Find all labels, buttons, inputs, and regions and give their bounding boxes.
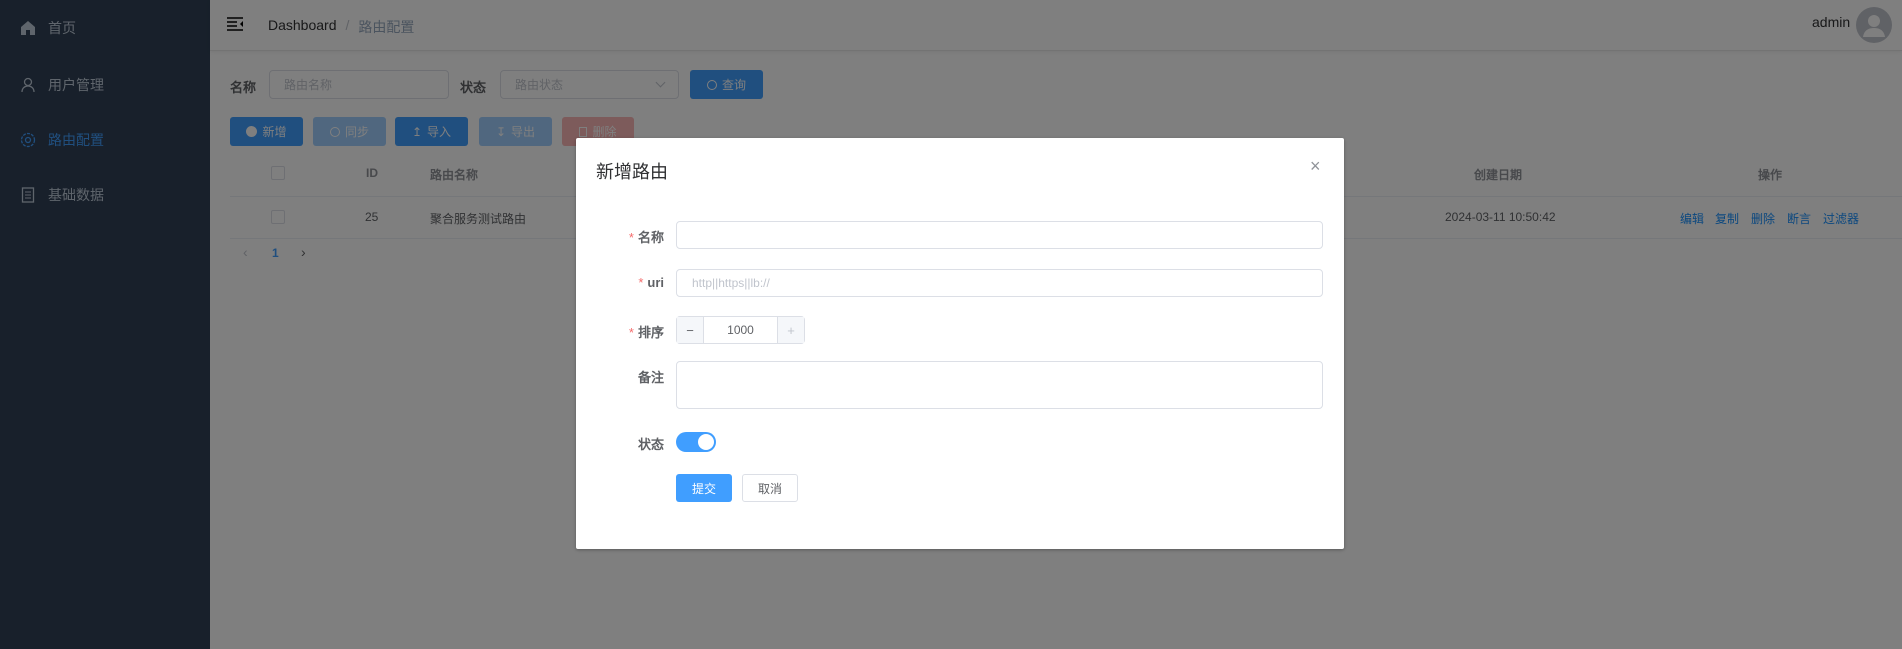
status-switch[interactable] — [676, 432, 716, 452]
switch-knob — [698, 434, 714, 450]
cancel-button[interactable]: 取消 — [742, 474, 798, 502]
submit-button[interactable]: 提交 — [676, 474, 732, 502]
status-label: 状态 — [637, 437, 664, 452]
uri-placeholder: http||https||lb:// — [692, 276, 770, 290]
remark-label: 备注 — [637, 370, 664, 385]
uri-label: * uri — [638, 275, 664, 290]
order-label: * 排序 — [628, 325, 664, 340]
order-value[interactable]: 1000 — [704, 317, 777, 343]
uri-input[interactable]: http||https||lb:// — [676, 269, 1323, 297]
name-label: * 名称 — [628, 230, 664, 245]
order-stepper[interactable]: − 1000 + — [676, 316, 805, 344]
name-input[interactable] — [676, 221, 1323, 249]
decrease-button[interactable]: − — [677, 317, 704, 343]
cancel-label: 取消 — [757, 481, 782, 496]
increase-button[interactable]: + — [777, 317, 804, 343]
dialog-title: 新增路由 — [596, 162, 668, 182]
close-icon[interactable]: × — [1310, 156, 1321, 177]
submit-label: 提交 — [691, 481, 716, 496]
remark-textarea[interactable] — [676, 361, 1323, 409]
add-route-dialog: 新增路由 × * 名称 * uri http||https||lb:// * 排序 −… — [576, 138, 1344, 549]
